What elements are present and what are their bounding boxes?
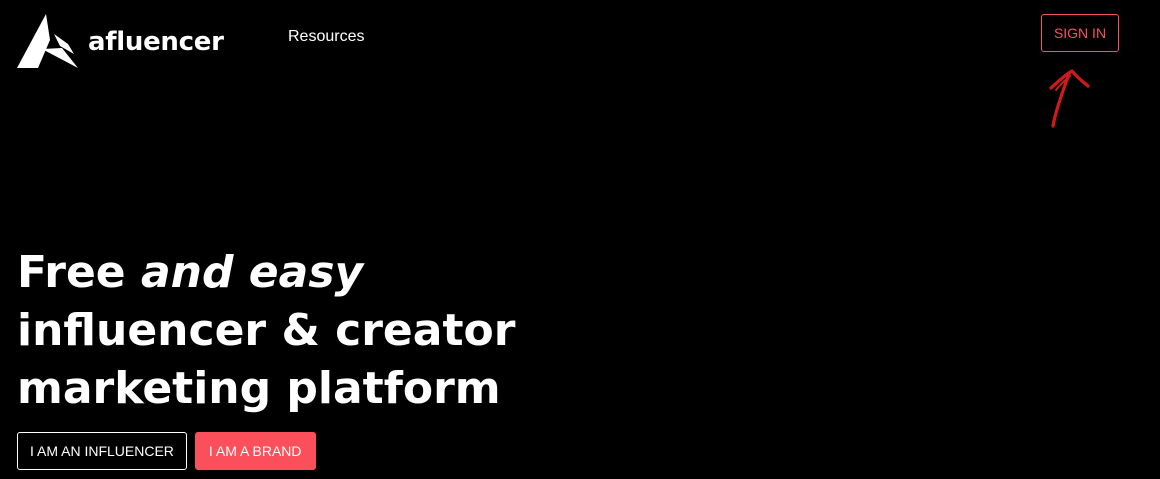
hand-drawn-arrow-icon [1049,69,1090,128]
brand-button[interactable]: I AM A BRAND [194,432,316,470]
influencer-button[interactable]: I AM AN INFLUENCER [17,432,187,470]
hero-emphasis: and easy [140,247,364,298]
sign-in-button[interactable]: SIGN IN [1041,14,1119,52]
brand-logo[interactable]: afluencer [16,12,224,70]
hero-headline: Free and easy influencer & creator marke… [17,244,515,418]
triangle-logo-icon [17,14,78,68]
hero-line1: Free and easy [17,247,364,298]
hero-line2: influencer & creator [17,305,516,356]
hero-line3: marketing platform [17,363,501,414]
brand-name: afluencer [88,27,224,57]
nav-resources-link[interactable]: Resources [288,28,364,46]
cta-group: I AM AN INFLUENCER I AM A BRAND [17,432,316,470]
